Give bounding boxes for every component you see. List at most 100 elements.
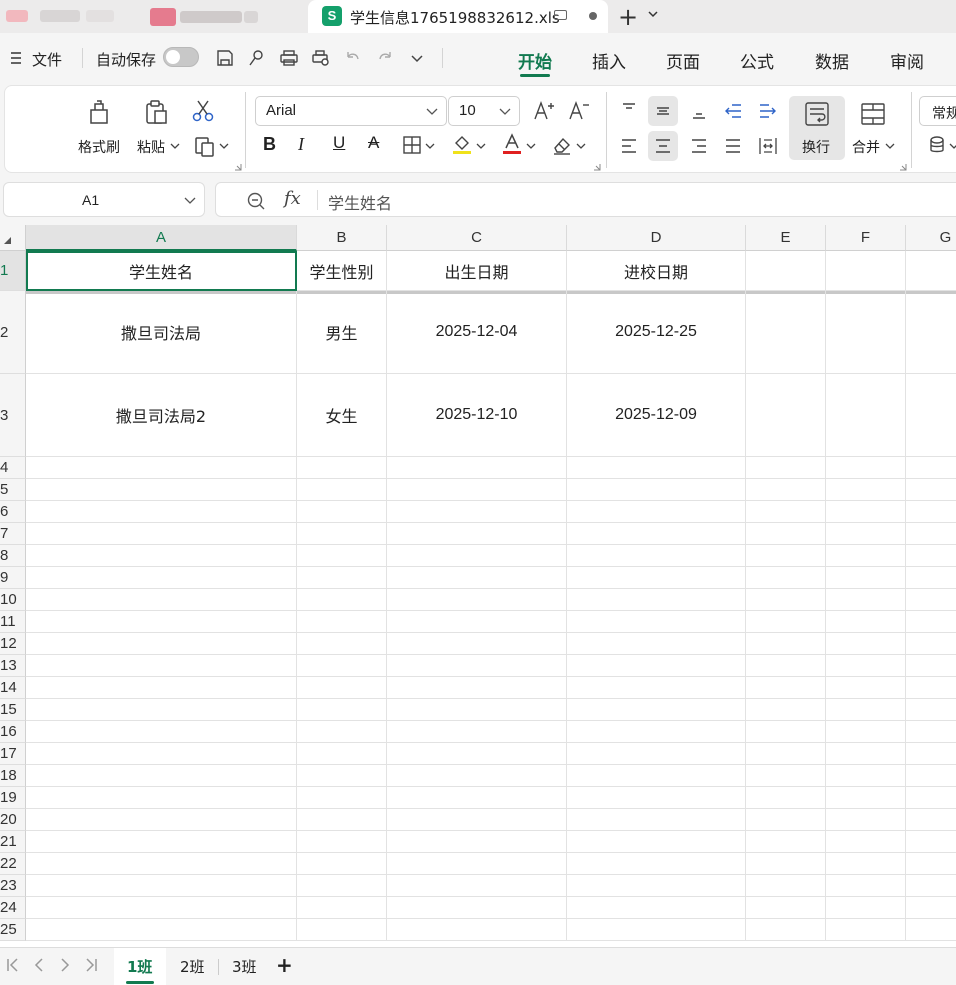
cell-b6[interactable] bbox=[297, 501, 387, 523]
cell-d22[interactable] bbox=[567, 853, 746, 875]
cell-e23[interactable] bbox=[746, 875, 826, 897]
redo-icon[interactable] bbox=[375, 48, 395, 68]
dialog-launcher-icon[interactable] bbox=[593, 163, 601, 171]
cell-a18[interactable] bbox=[26, 765, 297, 787]
paste-button[interactable]: 粘贴 bbox=[137, 137, 165, 157]
prev-sheet-icon[interactable] bbox=[32, 957, 46, 973]
cell-g17[interactable] bbox=[906, 743, 956, 765]
cell-f9[interactable] bbox=[826, 567, 906, 589]
cell-e20[interactable] bbox=[746, 809, 826, 831]
cell-d20[interactable] bbox=[567, 809, 746, 831]
paste-icon[interactable] bbox=[142, 98, 170, 126]
align-bottom-icon[interactable] bbox=[689, 101, 709, 121]
row-header-24[interactable]: 24 bbox=[0, 897, 26, 919]
row-header-8[interactable]: 8 bbox=[0, 545, 26, 567]
new-tab-button[interactable]: + bbox=[618, 3, 638, 31]
cell-g5[interactable] bbox=[906, 479, 956, 501]
row-header-23[interactable]: 23 bbox=[0, 875, 26, 897]
currency-icon[interactable] bbox=[927, 134, 949, 156]
cell-g25[interactable] bbox=[906, 919, 956, 941]
cell-c15[interactable] bbox=[387, 699, 567, 721]
chevron-down-icon[interactable] bbox=[576, 142, 586, 150]
cell-f25[interactable] bbox=[826, 919, 906, 941]
cell-g6[interactable] bbox=[906, 501, 956, 523]
cell-d23[interactable] bbox=[567, 875, 746, 897]
cell-a16[interactable] bbox=[26, 721, 297, 743]
export-icon[interactable] bbox=[247, 48, 267, 68]
cell-d8[interactable] bbox=[567, 545, 746, 567]
font-color-icon[interactable] bbox=[501, 133, 523, 155]
cell-b2[interactable]: 男生 bbox=[297, 291, 387, 374]
cell-a22[interactable] bbox=[26, 853, 297, 875]
cell-g11[interactable] bbox=[906, 611, 956, 633]
cell-g20[interactable] bbox=[906, 809, 956, 831]
cell-c23[interactable] bbox=[387, 875, 567, 897]
column-header-g[interactable]: G bbox=[906, 225, 956, 251]
chevron-down-icon[interactable] bbox=[647, 8, 659, 20]
cell-a3[interactable]: 撒旦司法局2 bbox=[26, 374, 297, 457]
font-size-select[interactable]: 10 bbox=[448, 96, 520, 126]
cell-d11[interactable] bbox=[567, 611, 746, 633]
cell-g24[interactable] bbox=[906, 897, 956, 919]
increase-font-icon[interactable] bbox=[533, 100, 555, 122]
cell-g14[interactable] bbox=[906, 677, 956, 699]
sheet-tab-3[interactable]: 3班 bbox=[232, 956, 257, 977]
cell-f8[interactable] bbox=[826, 545, 906, 567]
cell-g15[interactable] bbox=[906, 699, 956, 721]
print-icon[interactable] bbox=[279, 48, 299, 68]
cell-e17[interactable] bbox=[746, 743, 826, 765]
cell-e1[interactable] bbox=[746, 251, 826, 291]
cell-g9[interactable] bbox=[906, 567, 956, 589]
copy-icon[interactable] bbox=[193, 135, 217, 159]
cell-b19[interactable] bbox=[297, 787, 387, 809]
cell-c5[interactable] bbox=[387, 479, 567, 501]
first-sheet-icon[interactable] bbox=[6, 957, 20, 973]
cell-c3[interactable]: 2025-12-10 bbox=[387, 374, 567, 457]
cell-b17[interactable] bbox=[297, 743, 387, 765]
cell-f22[interactable] bbox=[826, 853, 906, 875]
format-painter-icon[interactable] bbox=[85, 98, 113, 126]
row-header-20[interactable]: 20 bbox=[0, 809, 26, 831]
cell-b14[interactable] bbox=[297, 677, 387, 699]
cell-g7[interactable] bbox=[906, 523, 956, 545]
cell-e21[interactable] bbox=[746, 831, 826, 853]
clear-format-icon[interactable] bbox=[551, 134, 573, 156]
cell-f16[interactable] bbox=[826, 721, 906, 743]
cell-b21[interactable] bbox=[297, 831, 387, 853]
cell-f24[interactable] bbox=[826, 897, 906, 919]
cell-a11[interactable] bbox=[26, 611, 297, 633]
cell-e24[interactable] bbox=[746, 897, 826, 919]
cell-a8[interactable] bbox=[26, 545, 297, 567]
unsaved-dot-icon[interactable] bbox=[589, 12, 597, 20]
row-header-18[interactable]: 18 bbox=[0, 765, 26, 787]
cell-e9[interactable] bbox=[746, 567, 826, 589]
cell-d2[interactable]: 2025-12-25 bbox=[567, 291, 746, 374]
decrease-font-icon[interactable] bbox=[568, 100, 590, 122]
cell-g21[interactable] bbox=[906, 831, 956, 853]
cell-c9[interactable] bbox=[387, 567, 567, 589]
cell-e18[interactable] bbox=[746, 765, 826, 787]
row-header-19[interactable]: 19 bbox=[0, 787, 26, 809]
cell-c22[interactable] bbox=[387, 853, 567, 875]
cell-d10[interactable] bbox=[567, 589, 746, 611]
cell-c11[interactable] bbox=[387, 611, 567, 633]
formula-input[interactable]: fx 学生姓名 bbox=[215, 182, 956, 217]
cell-c25[interactable] bbox=[387, 919, 567, 941]
cell-d3[interactable]: 2025-12-09 bbox=[567, 374, 746, 457]
fill-color-icon[interactable] bbox=[451, 133, 473, 155]
cell-c17[interactable] bbox=[387, 743, 567, 765]
cell-e10[interactable] bbox=[746, 589, 826, 611]
cell-a21[interactable] bbox=[26, 831, 297, 853]
cell-d14[interactable] bbox=[567, 677, 746, 699]
cell-c20[interactable] bbox=[387, 809, 567, 831]
cell-b11[interactable] bbox=[297, 611, 387, 633]
autosave-toggle[interactable] bbox=[163, 47, 199, 67]
cell-e7[interactable] bbox=[746, 523, 826, 545]
cell-d21[interactable] bbox=[567, 831, 746, 853]
cell-b15[interactable] bbox=[297, 699, 387, 721]
row-header-2[interactable]: 2 bbox=[0, 291, 26, 374]
cell-c13[interactable] bbox=[387, 655, 567, 677]
tab-page[interactable]: 页面 bbox=[666, 48, 700, 73]
cell-e13[interactable] bbox=[746, 655, 826, 677]
tab-home[interactable]: 开始 bbox=[518, 48, 552, 73]
